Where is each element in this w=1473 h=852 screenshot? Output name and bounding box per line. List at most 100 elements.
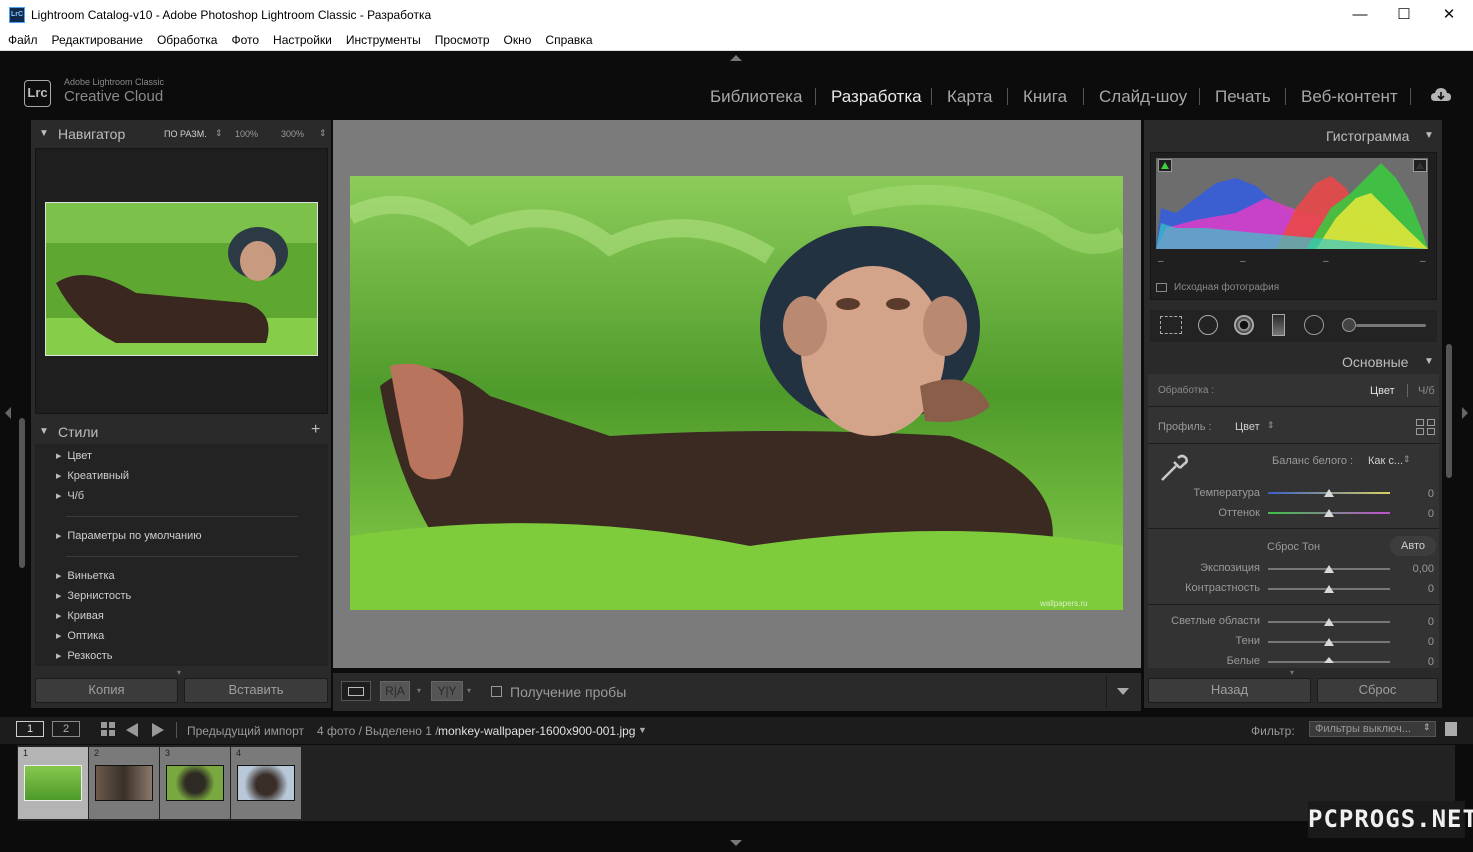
module-print[interactable]: Печать — [1215, 87, 1271, 107]
styles-collapse-icon[interactable]: ▼ — [39, 426, 49, 437]
original-photo-checkbox[interactable] — [1156, 283, 1167, 292]
left-panel-scrollbar[interactable] — [19, 418, 25, 568]
soft-proof-checkbox[interactable] — [491, 686, 502, 697]
basic-collapse-icon[interactable]: ▼ — [1424, 356, 1434, 367]
copy-button[interactable]: Копия — [35, 678, 178, 703]
module-slideshow[interactable]: Слайд-шоу — [1099, 87, 1187, 107]
auto-tone-button[interactable]: Авто — [1390, 536, 1436, 556]
tint-value[interactable]: 0 — [1404, 508, 1434, 520]
menu-develop[interactable]: Обработка — [150, 30, 225, 51]
treatment-color-option[interactable]: Цвет — [1370, 385, 1395, 397]
histogram-collapse-icon[interactable]: ▼ — [1424, 130, 1434, 141]
filmstrip-thumbnail[interactable]: 4 — [231, 747, 301, 819]
menu-window[interactable]: Окно — [497, 30, 539, 51]
menu-tools[interactable]: Инструменты — [339, 30, 428, 51]
whites-slider-thumb[interactable] — [1324, 657, 1334, 663]
cloud-sync-icon[interactable] — [1430, 86, 1452, 106]
filmstrip-thumbnail[interactable]: 2 — [89, 747, 159, 819]
before-after-lr-button[interactable]: R|A — [380, 681, 410, 701]
minimize-button[interactable]: — — [1337, 0, 1383, 30]
right-panel-scrollbar[interactable] — [1446, 344, 1452, 478]
brush-slider-icon[interactable] — [1356, 324, 1426, 327]
tint-slider-thumb[interactable] — [1324, 509, 1334, 517]
screen2-button[interactable]: 2 — [52, 721, 80, 737]
paste-button[interactable]: Вставить — [184, 678, 328, 703]
before-after-dropdown-icon[interactable]: ▾ — [417, 686, 421, 695]
brush-tool-icon[interactable] — [1342, 318, 1356, 332]
grid-view-icon[interactable] — [101, 722, 116, 737]
style-group-item[interactable]: Оптика — [56, 630, 104, 642]
main-photo[interactable]: wallpapers.ru — [350, 176, 1123, 610]
whites-value[interactable]: 0 — [1404, 656, 1434, 668]
style-group-item[interactable]: Параметры по умолчанию — [56, 530, 201, 542]
filmstrip-source[interactable]: Предыдущий импорт — [187, 724, 304, 738]
style-group-item[interactable]: Кривая — [56, 610, 103, 622]
style-group-item[interactable]: Креативный — [56, 470, 129, 482]
highlights-slider-thumb[interactable] — [1324, 618, 1334, 626]
navigator-collapse-icon[interactable]: ▼ — [39, 128, 49, 139]
top-panel-toggle-icon[interactable] — [730, 55, 742, 61]
contrast-slider-thumb[interactable] — [1324, 585, 1334, 593]
profile-dropdown[interactable]: Цвет — [1235, 421, 1260, 433]
style-group-item[interactable]: Зернистость — [56, 590, 131, 602]
filter-lock-icon[interactable] — [1445, 722, 1457, 736]
shadows-slider-thumb[interactable] — [1324, 638, 1334, 646]
screen1-button[interactable]: 1 — [16, 721, 44, 737]
temperature-value[interactable]: 0 — [1404, 488, 1434, 500]
filmstrip-thumbnail[interactable]: 1 — [18, 747, 88, 819]
add-style-icon[interactable]: + — [311, 421, 320, 439]
red-eye-icon[interactable] — [1234, 315, 1254, 335]
contrast-value[interactable]: 0 — [1404, 583, 1434, 595]
bottom-panel-toggle-icon[interactable] — [730, 840, 742, 846]
before-after-tb-button[interactable]: Y|Y — [431, 681, 463, 701]
highlight-clipping-icon[interactable] — [1413, 159, 1427, 172]
radial-filter-icon[interactable] — [1304, 315, 1324, 335]
next-arrow-icon[interactable] — [152, 723, 164, 737]
module-book[interactable]: Книга — [1023, 87, 1067, 107]
menu-view[interactable]: Просмотр — [428, 30, 497, 51]
treatment-bw-option[interactable]: Ч/б — [1418, 385, 1435, 397]
menu-edit[interactable]: Редактирование — [45, 30, 150, 51]
highlights-value[interactable]: 0 — [1404, 616, 1434, 628]
filename-dropdown-icon[interactable]: ▼ — [638, 725, 647, 735]
spot-removal-icon[interactable] — [1198, 315, 1218, 335]
tone-reset-label[interactable]: Сброс Тон — [1267, 541, 1320, 553]
previous-arrow-icon[interactable] — [126, 723, 138, 737]
filter-dropdown[interactable]: Фильтры выключ... — [1309, 721, 1436, 737]
selected-filename[interactable]: monkey-wallpaper-1600x900-001.jpg — [438, 724, 635, 738]
crop-tool-icon[interactable] — [1160, 316, 1182, 334]
before-after-dropdown-icon[interactable]: ▾ — [467, 686, 471, 695]
close-button[interactable]: ✕ — [1426, 0, 1472, 30]
temperature-slider-thumb[interactable] — [1324, 489, 1334, 497]
previous-button[interactable]: Назад — [1148, 678, 1311, 703]
exposure-slider-thumb[interactable] — [1324, 565, 1334, 573]
exposure-value[interactable]: 0,00 — [1404, 563, 1434, 575]
loupe-view-icon[interactable] — [341, 681, 371, 701]
navigator-zoom-100[interactable]: 100% — [235, 129, 258, 139]
menu-help[interactable]: Справка — [538, 30, 599, 51]
toolbar-menu-icon[interactable] — [1117, 688, 1129, 695]
right-panel-toggle-icon[interactable] — [1462, 407, 1468, 419]
navigator-fit[interactable]: ПО РАЗМ. — [164, 129, 207, 139]
menu-file[interactable]: Файл — [0, 30, 45, 51]
profile-browser-grid-icon[interactable] — [1416, 419, 1436, 436]
module-map[interactable]: Карта — [947, 87, 993, 107]
eyedropper-icon[interactable] — [1158, 450, 1192, 484]
menu-settings[interactable]: Настройки — [266, 30, 339, 51]
style-group-item[interactable]: Виньетка — [56, 570, 114, 582]
style-group-item[interactable]: Резкость — [56, 650, 112, 662]
maximize-button[interactable]: ☐ — [1381, 0, 1427, 30]
navigator-preview-image[interactable] — [45, 202, 318, 356]
graduated-filter-icon[interactable] — [1272, 314, 1285, 336]
module-library[interactable]: Библиотека — [710, 87, 802, 107]
navigator-zoom-300[interactable]: 300% — [281, 129, 304, 139]
reset-button[interactable]: Сброс — [1317, 678, 1438, 703]
shadow-clipping-icon[interactable] — [1158, 159, 1172, 172]
menu-photo[interactable]: Фото — [224, 30, 266, 51]
style-group-item[interactable]: Цвет — [56, 450, 92, 462]
left-panel-toggle-icon[interactable] — [5, 407, 11, 419]
shadows-value[interactable]: 0 — [1404, 636, 1434, 648]
white-balance-dropdown[interactable]: Как с... — [1368, 455, 1403, 467]
filmstrip-thumbnail[interactable]: 3 — [160, 747, 230, 819]
module-web[interactable]: Веб-контент — [1301, 87, 1398, 107]
